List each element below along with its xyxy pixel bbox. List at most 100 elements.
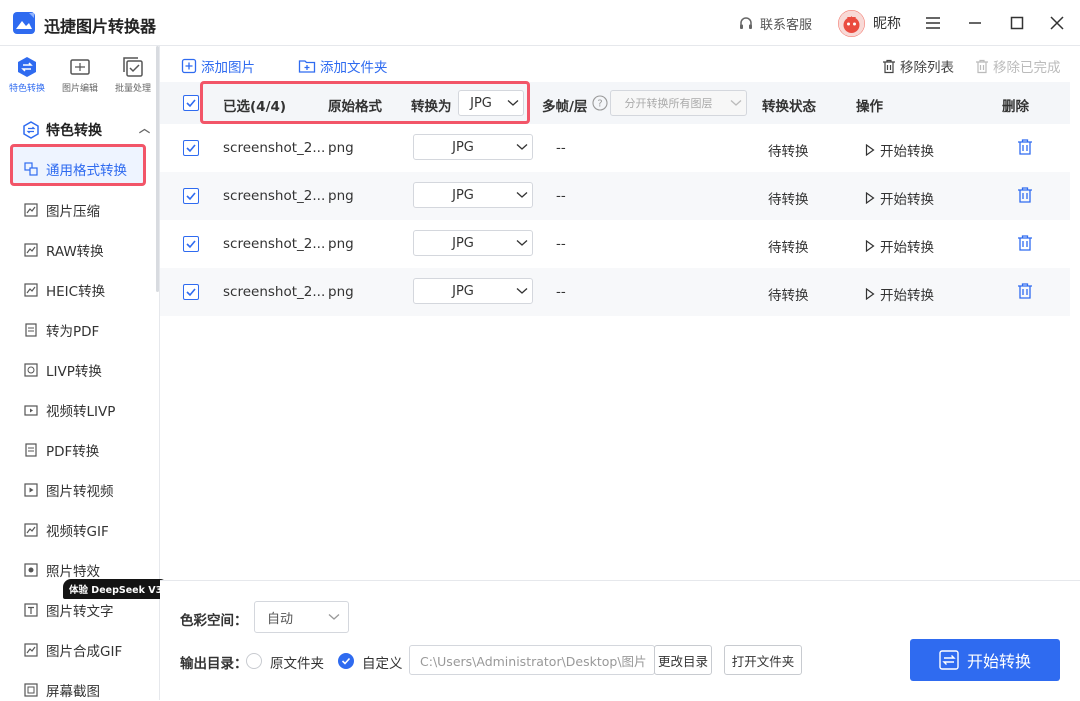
target-format-value: JPG [452,283,474,299]
status-text: 待转换 [768,144,809,160]
sidebar-item-format-convert[interactable]: 通用格式转换 [24,158,127,180]
ocr-icon [24,603,38,617]
split-layers-select[interactable]: 分开转换所有图层 [610,90,747,116]
select-all-checkbox[interactable] [183,95,199,111]
maximize-button[interactable] [1003,9,1031,37]
checkmark-icon [186,240,196,249]
minimize-button[interactable] [961,9,989,37]
delete-row-icon[interactable] [1016,186,1034,204]
sidebar-item-label: RAW转换 [46,244,104,260]
batch-process-icon [123,57,143,77]
add-image-button[interactable]: 添加图片 [181,56,255,76]
row-start-button[interactable]: 开始转换 [865,188,934,208]
trash-icon [883,59,895,73]
sidebar-item-livp[interactable]: LIVP转换 [24,359,102,381]
title-bar: 迅捷图片转换器 联系客服 昵称 [0,0,1080,46]
chevron-down-icon [320,610,348,625]
sidebar-item-video-livp[interactable]: 视频转LIVP [24,399,115,421]
table-row[interactable]: screenshot_2... png JPG -- 待转换 开始转换 [160,268,1070,316]
add-image-label: 添加图片 [201,60,255,76]
topnav-image-edit[interactable]: 图片编辑 [56,52,104,94]
sidebar-scrollbar[interactable] [156,46,159,292]
file-format: png [328,284,354,300]
sidebar-item-label: 视频转LIVP [46,404,116,420]
chevron-down-icon [512,236,532,251]
frames-value: -- [556,140,566,156]
add-folder-button[interactable]: 添加文件夹 [298,56,388,76]
radio-original-folder[interactable] [246,653,262,669]
target-format-select[interactable]: JPG [413,278,533,304]
target-format-value: JPG [452,235,474,251]
row-start-label: 开始转换 [880,240,934,256]
sidebar-item-label: 通用格式转换 [46,163,127,179]
close-button[interactable] [1043,9,1071,37]
remove-list-button[interactable]: 移除列表 [882,56,954,76]
sidebar-item-image-video[interactable]: 图片转视频 [24,479,114,501]
row-checkbox[interactable] [183,140,199,156]
sidebar-item-label: 视频转GIF [46,524,109,540]
sidebar: 特色转换 图片编辑 批量处理 特色转换 ︿ 通用格式转换 图片压缩 RAW转换 … [0,46,169,701]
target-format-select[interactable]: JPG [413,230,533,256]
sidebar-item-screenshot[interactable]: 屏幕截图 [24,679,100,701]
nickname[interactable]: 昵称 [873,13,901,33]
sidebar-item-to-pdf[interactable]: 转为PDF [24,319,99,341]
color-space-select[interactable]: 自动 [254,601,349,633]
sidebar-item-photo-effect[interactable]: 照片特效 [24,559,100,581]
delete-row-icon[interactable] [1016,282,1034,300]
start-convert-button[interactable]: 开始转换 [910,639,1060,681]
sidebar-item-label: HEIC转换 [46,284,106,300]
target-format-value: JPG [452,187,474,203]
gif-compose-icon [24,643,38,657]
sidebar-item-video-gif[interactable]: 视频转GIF [24,519,109,541]
row-start-button[interactable]: 开始转换 [865,284,934,304]
row-start-button[interactable]: 开始转换 [865,140,934,160]
header-status: 转换状态 [762,99,816,115]
topnav-batch-process[interactable]: 批量处理 [109,52,157,94]
target-format-select[interactable]: JPG [413,134,533,160]
remove-done-button[interactable]: 移除已完成 [975,56,1061,76]
sidebar-item-heic[interactable]: HEIC转换 [24,279,105,301]
help-icon[interactable]: ? [592,95,608,111]
row-start-label: 开始转换 [880,192,934,208]
avatar[interactable] [838,10,865,37]
output-path-input[interactable]: C:\Users\Administrator\Desktop\图片 [409,645,655,675]
table-row[interactable]: screenshot_2... png JPG -- 待转换 开始转换 [160,220,1070,268]
menu-button[interactable] [919,9,947,37]
delete-row-icon[interactable] [1016,138,1034,156]
sidebar-item-raw[interactable]: RAW转换 [24,239,104,261]
play-icon [865,240,875,252]
sidebar-item-label: 图片合成GIF [46,644,123,660]
support-link[interactable]: 联系客服 [738,14,812,33]
sidebar-item-compress[interactable]: 图片压缩 [24,199,100,221]
table-row[interactable]: screenshot_2... png JPG -- 待转换 开始转换 [160,124,1070,172]
topnav-label: 特色转换 [8,84,45,94]
avatar-mascot-icon [838,10,865,37]
delete-row-icon[interactable] [1016,234,1034,252]
change-dir-button[interactable]: 更改目录 [654,645,712,675]
deepseek-badge[interactable]: 体验 DeepSeek V3 [63,579,169,599]
image-compress-icon [24,203,38,217]
target-format-select[interactable]: JPG [413,182,533,208]
minimize-icon [969,22,981,24]
color-space-label: 色彩空间： [180,613,248,629]
row-checkbox[interactable] [183,284,199,300]
checkmark-icon [186,192,196,201]
row-checkbox[interactable] [183,236,199,252]
row-start-button[interactable]: 开始转换 [865,236,934,256]
sidebar-item-gif-compose[interactable]: 图片合成GIF [24,639,122,661]
effect-icon [24,563,38,577]
sidebar-item-label: 图片转视频 [46,484,114,500]
option-custom-label: 自定义 [362,656,403,672]
category-header[interactable]: 特色转换 ︿ [22,120,154,140]
sidebar-item-ocr[interactable]: 图片转文字 [24,599,114,621]
topnav-feature-convert[interactable]: 特色转换 [3,52,51,94]
radio-custom-folder[interactable] [338,653,354,669]
table-row[interactable]: screenshot_2... png JPG -- 待转换 开始转换 [160,172,1070,220]
checkmark-icon [341,657,351,665]
livp-icon [24,363,38,377]
sidebar-item-pdf-convert[interactable]: PDF转换 [24,439,99,461]
checkmark-icon [186,99,196,108]
open-folder-button[interactable]: 打开文件夹 [724,645,802,675]
chevron-down-icon [726,97,746,110]
row-checkbox[interactable] [183,188,199,204]
